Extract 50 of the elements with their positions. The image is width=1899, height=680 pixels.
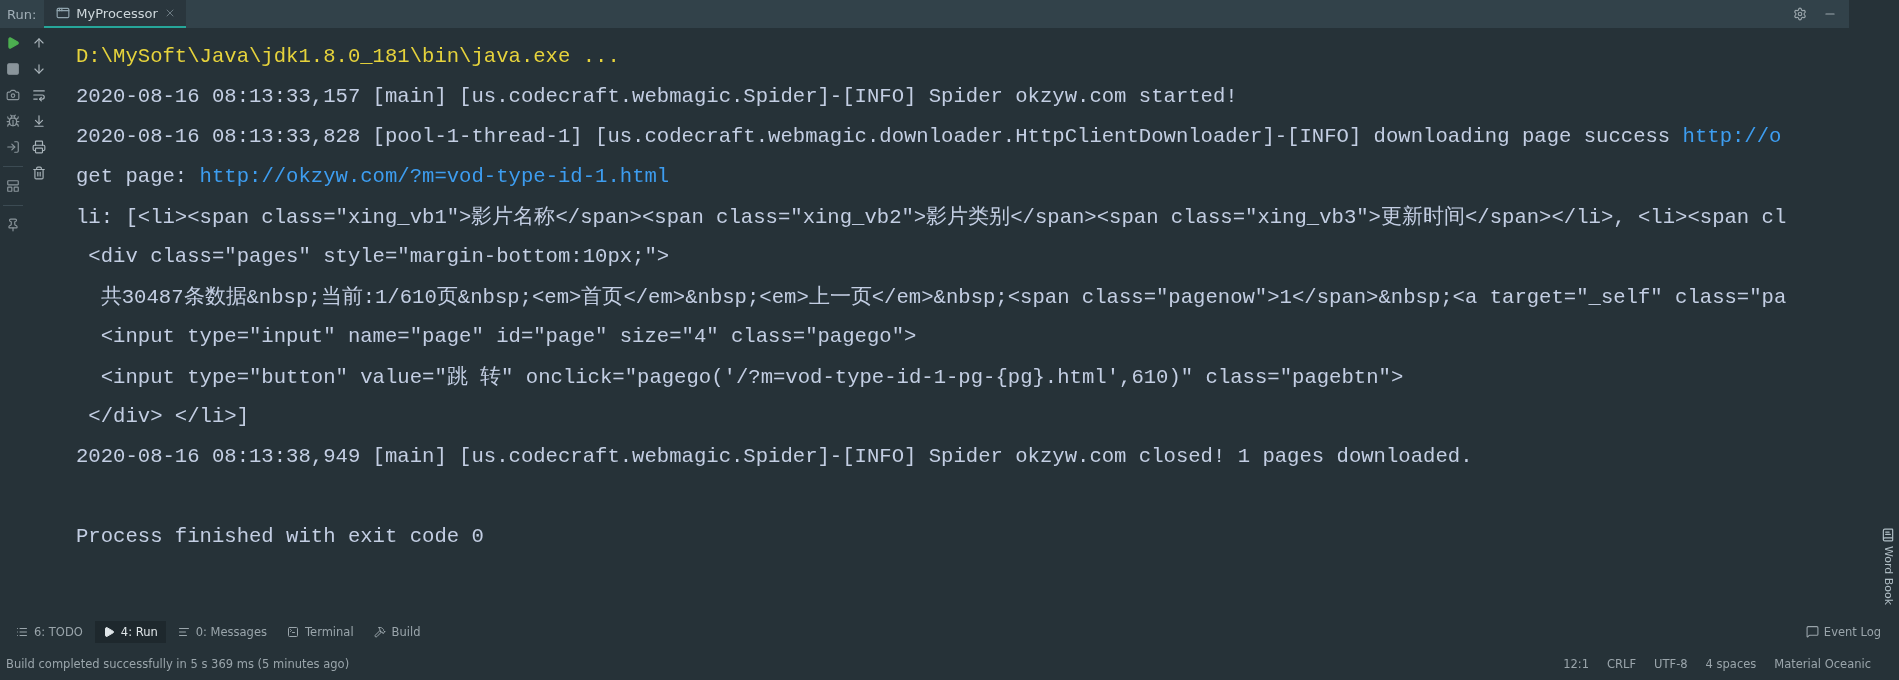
console-link[interactable]: http://okzyw.com/?m=vod-type-id-1.html	[199, 164, 670, 188]
console-link[interactable]: http://o	[1682, 124, 1782, 148]
list-icon	[16, 625, 28, 638]
console-text: </div> </li>]	[87, 404, 250, 428]
build-icon	[373, 625, 386, 638]
messages-icon	[177, 625, 190, 638]
bug-icon[interactable]	[6, 114, 20, 128]
layout-icon[interactable]	[6, 179, 20, 193]
tool-tab[interactable]: Terminal	[279, 620, 362, 643]
tool-tab[interactable]: 0: Messages	[169, 620, 275, 643]
tool-tab[interactable]: 4: Run	[94, 620, 166, 643]
trash-icon[interactable]	[32, 166, 46, 180]
status-item[interactable]: 12:1	[1563, 657, 1590, 671]
camera-icon[interactable]	[6, 88, 20, 102]
status-message: Build completed successfully in 5 s 369 ms (5 minutes ago)	[6, 657, 350, 671]
printer-icon[interactable]	[32, 140, 46, 154]
console-text: li: [<li><span class="xing_vb1">影片名称</span><span class="xing_vb2">影片类别</span><span class="xing_vb3">更新时间</span></li>, <li><span cl	[76, 204, 1787, 230]
console-text: 2020-08-16 08:13:33,157 [main] [us.codecraft.webmagic.Spider]-[INFO] Spider okzyw.com started!	[76, 84, 1238, 108]
console-text: <input type="button" value="跳 转" onclick="pagego('/?m=vod-type-id-1-pg-{pg}.html',610)" class="pagebtn">	[99, 365, 1404, 390]
login-icon[interactable]	[6, 140, 20, 154]
side-panel-label[interactable]: Word Book	[1882, 545, 1895, 605]
status-item[interactable]: UTF-8	[1654, 657, 1688, 671]
console-text: get page:	[76, 164, 189, 188]
console-text: D:\MySoft\Java\jdk1.8.0_181\bin\java.exe ...	[76, 44, 620, 68]
tool-tab[interactable]: 6: TODO	[8, 620, 91, 643]
scroll-to-end-icon[interactable]	[32, 114, 46, 128]
console-text: 2020-08-16 08:13:38,949 [main] [us.codecraft.webmagic.Spider]-[INFO] Spider okzyw.com closed! 1 pages downloaded.	[76, 444, 1473, 468]
console-text: <input type="input" name="page" id="page" size="4" class="pagego">	[99, 324, 917, 348]
status-item[interactable]: 4 spaces	[1705, 657, 1757, 671]
console-text: Process finished with exit code 0	[76, 524, 484, 548]
play-icon[interactable]	[6, 36, 20, 50]
window-icon	[56, 6, 71, 20]
console-tab[interactable]: MyProcessor	[44, 0, 186, 28]
tool-tab[interactable]: Build	[365, 620, 429, 643]
status-item[interactable]: Material Oceanic	[1774, 657, 1871, 671]
wrap-icon[interactable]	[32, 88, 46, 102]
console-text: <div class="pages" style="margin-bottom:10px;">	[87, 244, 670, 268]
console-text: 2020-08-16 08:13:33,828 [pool-1-thread-1] [us.codecraft.webmagic.downloader.HttpClientDownloader]-[INFO] downloading page success	[76, 124, 1672, 148]
run-icon	[102, 625, 115, 638]
status-item[interactable]: CRLF	[1607, 657, 1637, 671]
book-icon[interactable]	[1881, 527, 1895, 542]
speech-bubble-icon	[1805, 625, 1819, 638]
terminal-icon	[287, 625, 299, 638]
stop-icon[interactable]	[6, 62, 20, 76]
run-label: Run:	[6, 6, 38, 22]
console-text: 共30487条数据&nbsp;当前:1/610页&nbsp;<em>首页</em>&nbsp;<em>上一页</em>&nbsp;<span class="pagenow">1</span>&nbsp;<a target="_self" class="pa	[99, 284, 1787, 310]
settings-icon[interactable]	[1793, 7, 1807, 21]
event-log-button[interactable]: Event Log	[1805, 624, 1881, 639]
pin-icon[interactable]	[6, 218, 20, 232]
arrow-down-icon[interactable]	[32, 62, 46, 76]
